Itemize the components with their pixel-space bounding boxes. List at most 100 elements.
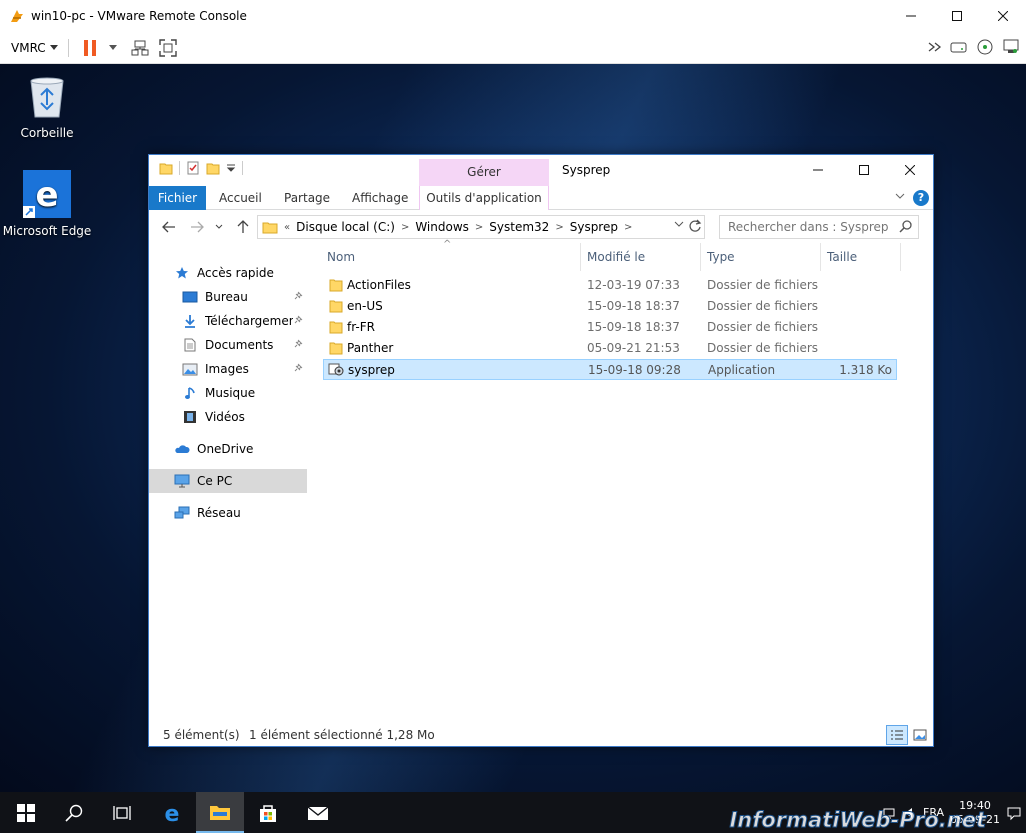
file-type: Dossier de fichiers	[707, 320, 819, 334]
breadcrumb-separator-icon[interactable]: >	[475, 222, 483, 233]
power-dropdown-button[interactable]	[107, 37, 119, 59]
nav-item-desktop[interactable]: Bureau	[149, 285, 307, 309]
windows-logo-icon	[17, 803, 35, 822]
file-row[interactable]: fr-FR 15-09-18 18:37 Dossier de fichiers	[323, 317, 897, 338]
nav-item-label: Réseau	[197, 506, 241, 520]
nav-item-pictures[interactable]: Images	[149, 357, 307, 381]
breadcrumb-overflow[interactable]: «	[284, 222, 290, 233]
network-adapter-button[interactable]	[1002, 38, 1020, 59]
details-view-button[interactable]	[886, 725, 908, 745]
address-bar[interactable]: « Disque local (C:) > Windows > System32…	[257, 215, 705, 239]
forward-button[interactable]	[187, 217, 207, 237]
refresh-button[interactable]	[688, 219, 702, 237]
new-folder-icon[interactable]	[206, 161, 220, 175]
breadcrumb-windows[interactable]: Windows	[415, 220, 469, 234]
folder-icon	[159, 163, 173, 175]
tab-file[interactable]: Fichier	[149, 186, 206, 210]
taskbar-store[interactable]	[244, 792, 292, 833]
vmrc-minimize-button[interactable]	[888, 0, 934, 32]
back-button[interactable]	[159, 217, 179, 237]
properties-icon[interactable]	[186, 161, 200, 175]
file-modified: 15-09-18 18:37	[587, 299, 680, 313]
qat-customize-icon[interactable]	[226, 163, 236, 173]
action-center-icon[interactable]	[1006, 805, 1022, 821]
cd-drive-icon	[977, 39, 993, 54]
file-row-selected[interactable]: sysprep 15-09-18 09:28 Application 1.318…	[323, 359, 897, 380]
nav-item-videos[interactable]: Vidéos	[149, 405, 307, 429]
chevron-down-icon	[49, 44, 58, 50]
help-button[interactable]: ?	[913, 190, 929, 206]
taskbar-file-explorer[interactable]	[196, 792, 244, 833]
nav-item-music[interactable]: Musique	[149, 381, 307, 405]
fullscreen-button[interactable]	[157, 37, 179, 59]
vmrc-menu-button[interactable]: VMRC	[11, 41, 58, 55]
recent-locations-button[interactable]	[213, 217, 225, 237]
nav-item-this-pc[interactable]: Ce PC	[149, 469, 307, 493]
breadcrumb-separator-icon[interactable]: >	[555, 222, 563, 233]
start-button[interactable]	[2, 792, 50, 833]
nav-item-quick-access[interactable]: Accès rapide	[149, 261, 307, 285]
file-row[interactable]: ActionFiles 12-03-19 07:33 Dossier de fi…	[323, 275, 897, 296]
vmrc-maximize-button[interactable]	[934, 0, 980, 32]
nav-item-network[interactable]: Réseau	[149, 501, 307, 525]
maximize-icon	[952, 11, 962, 21]
hard-disk-button[interactable]	[950, 39, 968, 58]
file-modified: 12-03-19 07:33	[587, 278, 680, 292]
explorer-close-button[interactable]	[887, 155, 933, 185]
explorer-window-title: Sysprep	[562, 163, 611, 177]
file-name: sysprep	[348, 363, 395, 377]
pin-icon[interactable]	[293, 339, 303, 349]
explorer-minimize-button[interactable]	[795, 155, 841, 185]
column-header-size[interactable]: Taille	[821, 243, 901, 271]
column-header-type[interactable]: Type	[701, 243, 821, 271]
vmrc-close-button[interactable]	[980, 0, 1026, 32]
contextual-tab-manage[interactable]: Gérer	[419, 159, 549, 186]
search-button[interactable]	[50, 792, 98, 833]
tab-application-tools[interactable]: Outils d'application	[419, 186, 549, 210]
film-icon	[184, 411, 196, 423]
pin-icon[interactable]	[293, 363, 303, 373]
cd-drive-button[interactable]	[976, 38, 994, 59]
explorer-maximize-button[interactable]	[841, 155, 887, 185]
breadcrumb-local-disk[interactable]: Disque local (C:)	[296, 220, 395, 234]
nav-item-documents[interactable]: Documents	[149, 333, 307, 357]
breadcrumb-sysprep[interactable]: Sysprep	[570, 220, 618, 234]
file-type: Dossier de fichiers	[707, 341, 819, 355]
task-view-button[interactable]	[98, 792, 146, 833]
desktop-icon-microsoft-edge[interactable]: e Microsoft Edge	[2, 170, 92, 238]
star-icon	[176, 267, 188, 279]
pin-icon[interactable]	[293, 291, 303, 301]
address-history-button[interactable]	[674, 220, 684, 231]
edge-logo-icon: e	[165, 802, 180, 824]
expand-ribbon-button[interactable]	[895, 190, 905, 203]
taskbar-edge[interactable]: e	[148, 792, 196, 833]
column-header-modified[interactable]: Modifié le	[581, 243, 701, 271]
search-icon	[65, 804, 83, 822]
file-row[interactable]: Panther 05-09-21 21:53 Dossier de fichie…	[323, 338, 897, 359]
removable-devices-button[interactable]	[129, 37, 151, 59]
nav-item-downloads[interactable]: Téléchargements	[149, 309, 307, 333]
tab-home[interactable]: Accueil	[219, 186, 262, 210]
up-button[interactable]	[233, 217, 253, 237]
breadcrumb-system32[interactable]: System32	[489, 220, 549, 234]
pause-icon	[83, 39, 96, 56]
nav-item-onedrive[interactable]: OneDrive	[149, 437, 307, 461]
vmware-logo-icon	[11, 10, 23, 22]
search-input[interactable]	[719, 215, 919, 239]
tab-view[interactable]: Affichage	[352, 186, 408, 210]
file-row[interactable]: en-US 15-09-18 18:37 Dossier de fichiers	[323, 296, 897, 317]
column-header-name[interactable]: Nom	[321, 243, 581, 271]
taskbar-mail[interactable]	[294, 792, 342, 833]
nav-item-label: OneDrive	[197, 442, 254, 456]
desktop-icon-label: Microsoft Edge	[2, 224, 92, 238]
large-icons-view-icon	[913, 729, 927, 741]
pin-icon[interactable]	[293, 315, 303, 325]
more-button[interactable]	[928, 41, 942, 55]
pause-button[interactable]	[79, 37, 101, 59]
tab-share[interactable]: Partage	[284, 186, 330, 210]
desktop-icon-recycle-bin[interactable]: Corbeille	[2, 72, 92, 140]
search-icon[interactable]	[899, 220, 912, 233]
breadcrumb-separator-icon[interactable]: >	[624, 222, 632, 233]
breadcrumb-separator-icon[interactable]: >	[401, 222, 409, 233]
large-icons-view-button[interactable]	[909, 725, 931, 745]
